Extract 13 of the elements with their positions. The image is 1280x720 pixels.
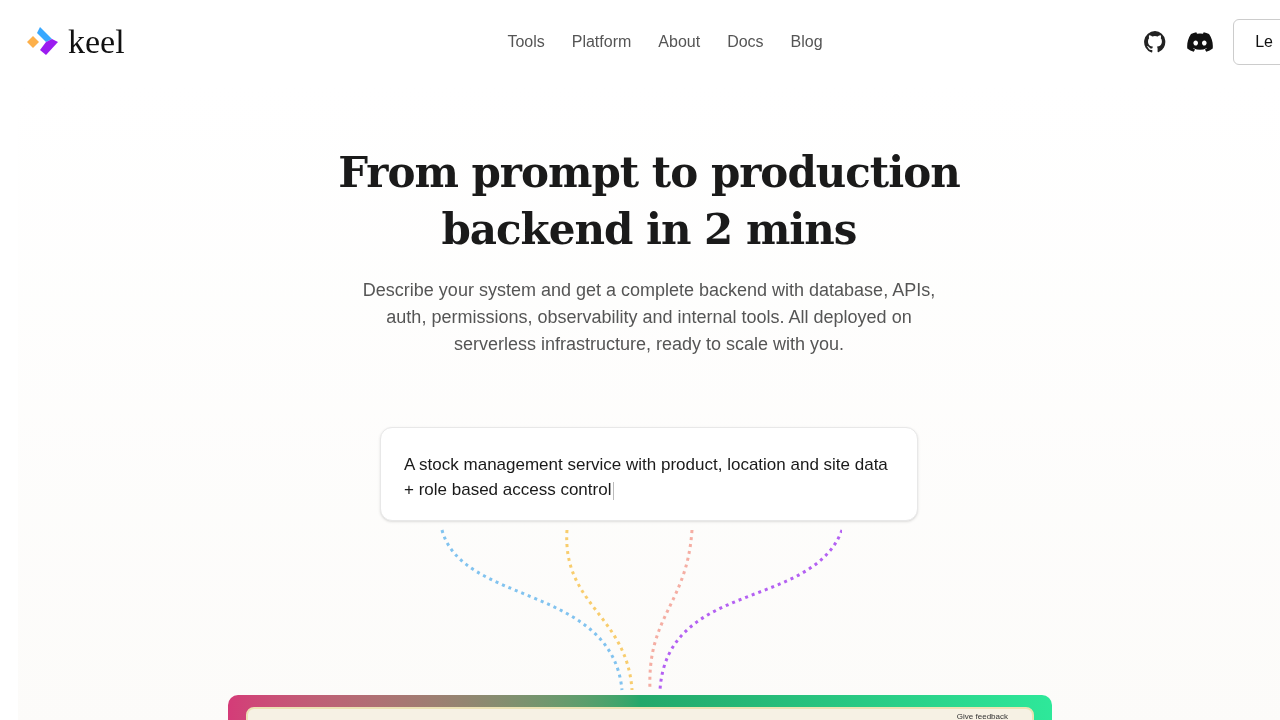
hero-title: From prompt to production backend in 2 mins — [338, 147, 960, 256]
nav-link[interactable]: Blog — [790, 30, 823, 54]
nav-link[interactable]: Platform — [571, 30, 632, 54]
header-button[interactable]: Le — [1233, 19, 1280, 65]
nav-link[interactable]: Docs — [727, 30, 764, 54]
github-icon[interactable] — [1143, 30, 1168, 54]
prompt-input[interactable]: A stock management service with product, location and site data + role based access control — [380, 427, 918, 521]
feedback-link[interactable]: Give feedback — [956, 713, 1008, 720]
brand-name[interactable]: keel — [68, 25, 125, 59]
nav-link[interactable]: Tools — [507, 30, 545, 54]
hero-subtitle: Describe your system and get a complete backend with database, APIs, auth, permissions, observability and internal tools. All deployed on serverless infrastructure, ready to scale with you. — [361, 279, 937, 356]
nav-link[interactable]: About — [658, 30, 701, 54]
discord-icon[interactable] — [1187, 32, 1214, 52]
